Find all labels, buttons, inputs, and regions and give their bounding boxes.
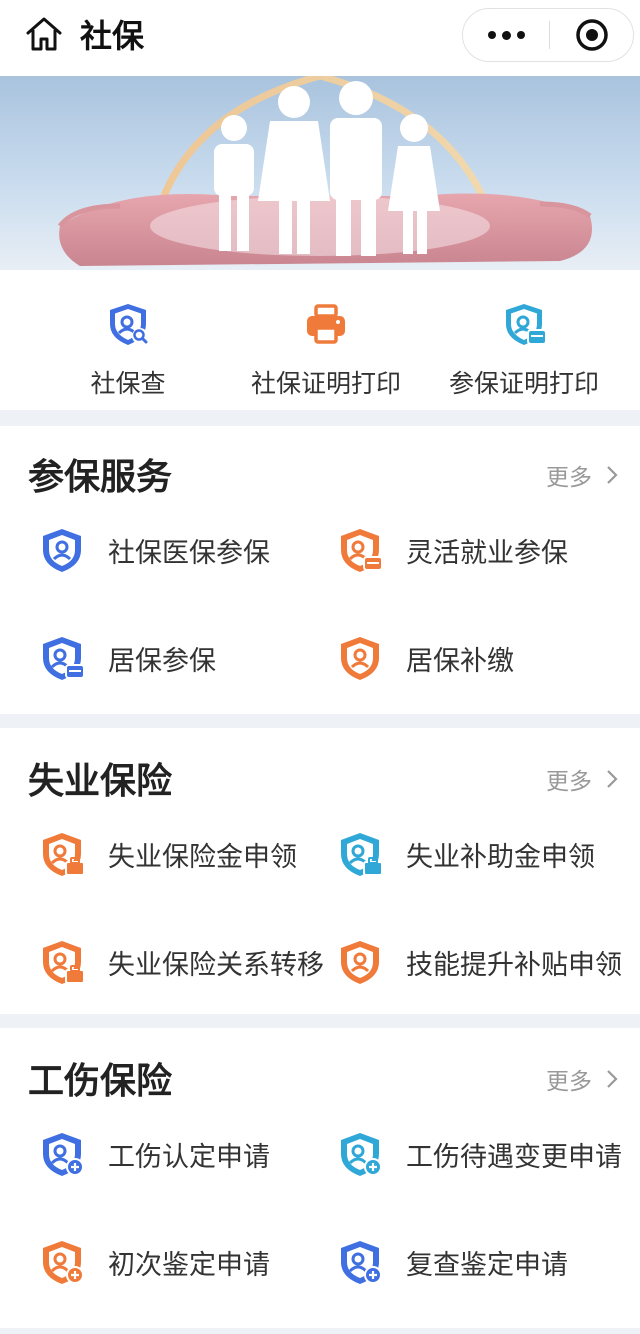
service-label: 居保参保 [108,645,216,677]
section-enrollment: 参保服务 更多 社保医保参保 灵活就业参保 居保参保 居保补缴 [0,426,640,714]
service-item[interactable]: 技能提升补贴申领 [336,938,622,986]
service-label: 灵活就业参保 [406,537,568,569]
service-item[interactable]: 失业保险关系转移 [38,938,324,986]
service-item[interactable]: 初次鉴定申请 [38,1238,270,1286]
more-label: 更多 [546,465,592,491]
quick-entries: 社保查 社保证明打印 参保证明打印 [0,270,640,410]
section-title: 失业保险 [28,761,173,802]
service-label: 复查鉴定申请 [406,1249,568,1281]
quick-item-label: 社保查 [90,369,166,398]
chevron-right-icon [607,1070,618,1088]
service-item[interactable]: 灵活就业参保 [336,526,568,574]
shield-user-plus-icon [43,1133,84,1176]
service-item[interactable]: 居保参保 [38,634,216,682]
shield-user-icon [43,529,81,572]
section-more-link[interactable]: 更多 [546,762,618,796]
page-title: 社保 [80,17,145,55]
banner[interactable] [0,76,640,270]
more-label: 更多 [546,769,592,795]
shield-user-icon [341,637,379,680]
section-more-link[interactable]: 更多 [546,1062,618,1096]
shield-user-card-icon [341,529,383,572]
service-label: 社保医保参保 [108,537,270,569]
close-button[interactable] [550,9,634,61]
section-title: 工伤保险 [28,1061,173,1102]
family-in-hands-illustration [58,76,592,266]
more-label: 更多 [546,1069,592,1095]
shield-user-icon [341,941,379,984]
service-label: 居保补缴 [406,645,514,677]
service-item[interactable]: 居保补缴 [336,634,514,682]
mini-program-capsule [462,8,634,62]
section-unemployment: 失业保险 更多 失业保险金申领 失业补助金申领 失业保险关系转移 技能提升补贴申… [0,728,640,1014]
nav-bar: 社保 [0,0,640,76]
service-item[interactable]: 失业补助金申领 [336,830,595,878]
printer-icon [307,304,345,344]
section-work-injury: 工伤保险 更多 工伤认定申请 工伤待遇变更申请 初次鉴定申请 复查鉴定申请 [0,1028,640,1328]
home-icon[interactable] [24,14,64,54]
shield-user-bag-icon [43,833,85,876]
shield-search-icon [110,304,148,345]
more-menu-button[interactable] [463,9,549,61]
service-label: 失业保险关系转移 [108,949,324,981]
shield-user-bag-icon [43,941,85,984]
quick-item-label: 参保证明打印 [448,369,599,398]
service-label: 初次鉴定申请 [108,1249,270,1281]
quick-item-label: 社保证明打印 [250,369,401,398]
service-item[interactable]: 失业保险金申领 [38,830,297,878]
shield-user-plus-icon [341,1241,382,1284]
service-label: 工伤待遇变更申请 [406,1141,622,1173]
service-label: 技能提升补贴申领 [406,949,622,981]
service-item[interactable]: 工伤待遇变更申请 [336,1130,622,1178]
shield-user-bag-icon [341,833,383,876]
shield-user-card-icon [43,637,85,680]
quick-item-query[interactable]: 社保查 [28,300,228,400]
section-more-link[interactable]: 更多 [546,458,618,492]
service-item[interactable]: 社保医保参保 [38,526,270,574]
service-item[interactable]: 复查鉴定申请 [336,1238,568,1286]
chevron-right-icon [607,770,618,788]
shield-card-icon [506,304,547,345]
service-label: 失业补助金申领 [406,841,595,873]
chevron-right-icon [607,466,618,484]
service-label: 失业保险金申领 [108,841,297,873]
service-label: 工伤认定申请 [108,1141,270,1173]
target-close-icon [576,19,608,51]
shield-user-plus-icon [43,1241,84,1284]
quick-item-print-certificate[interactable]: 社保证明打印 [226,300,426,400]
more-dots-icon [487,30,525,40]
service-item[interactable]: 工伤认定申请 [38,1130,270,1178]
shield-user-plus-icon [341,1133,382,1176]
quick-item-print-enrollment[interactable]: 参保证明打印 [424,300,624,400]
section-title: 参保服务 [28,457,173,498]
